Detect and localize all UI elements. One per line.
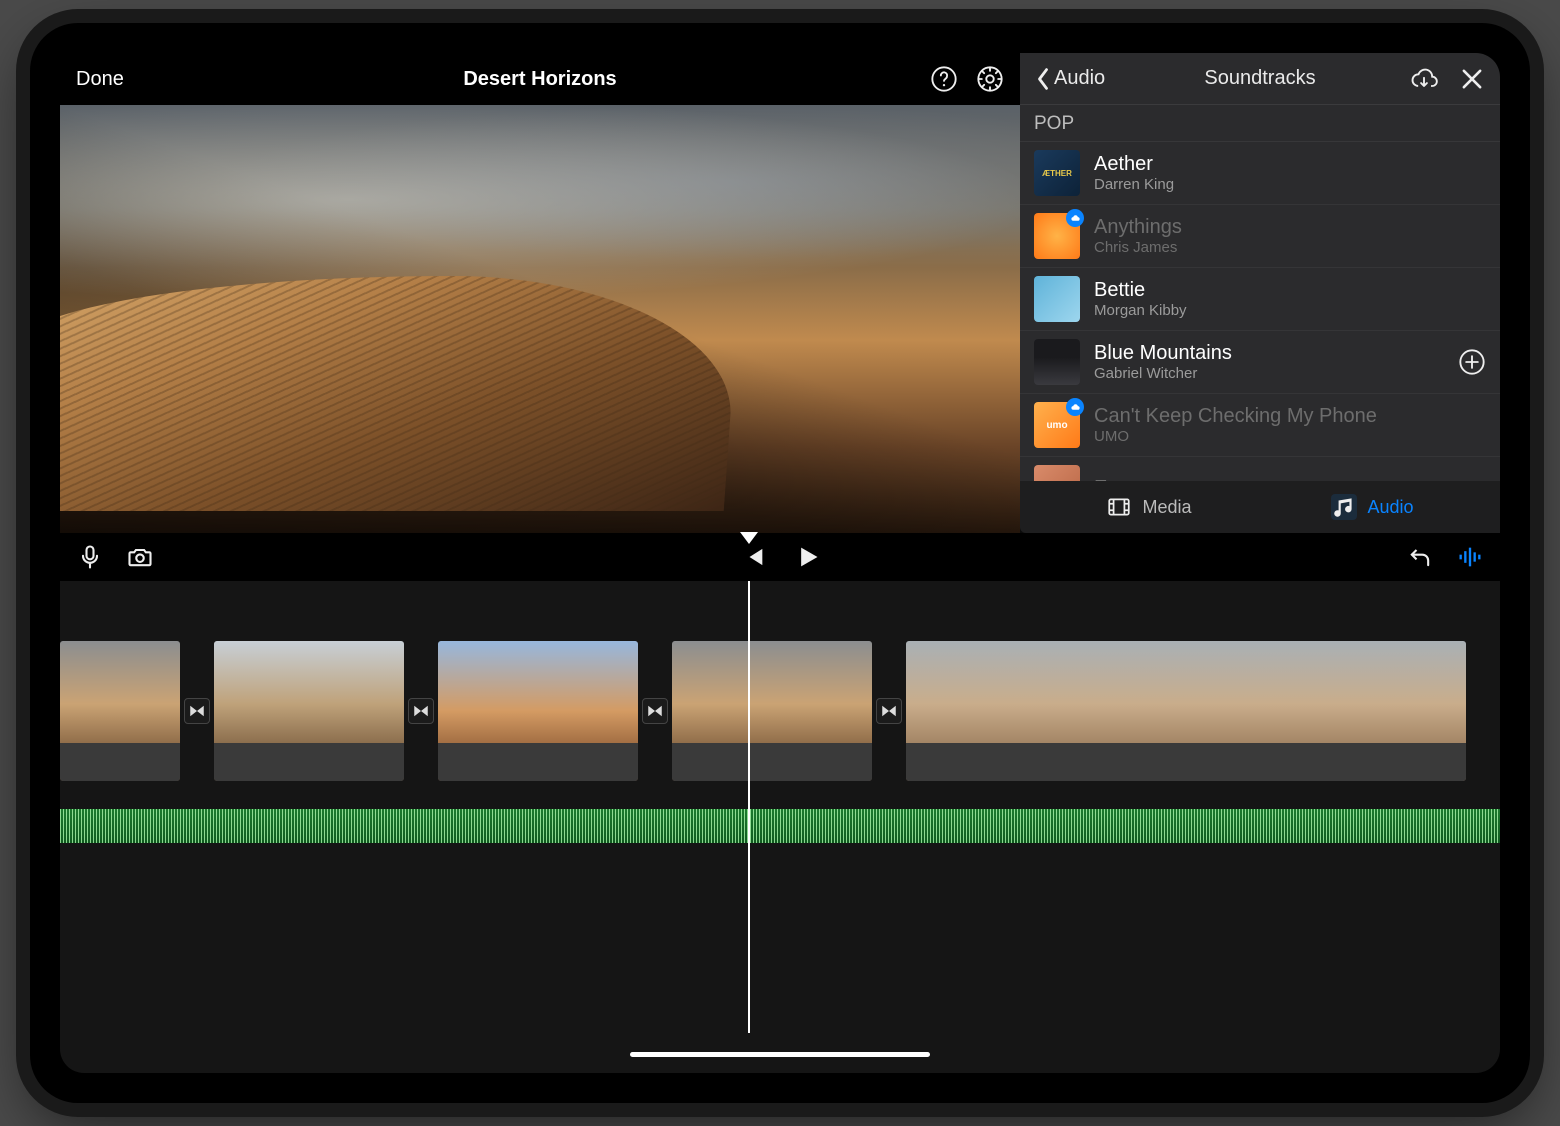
transition-icon[interactable] [184, 698, 210, 724]
tab-audio[interactable]: Audio [1321, 490, 1423, 524]
clip[interactable] [906, 641, 1466, 781]
tab-media-label: Media [1142, 497, 1191, 518]
track-list[interactable]: ÆTHER AetherDarren King AnythingsChris Jam… [1020, 142, 1500, 481]
clip[interactable] [214, 641, 404, 781]
track-title: Bettie [1094, 279, 1187, 302]
track-row[interactable]: Evergreen [1020, 457, 1500, 481]
clip[interactable] [672, 641, 872, 781]
home-indicator[interactable] [630, 1052, 930, 1057]
soundtracks-panel: Audio Soundtracks POP ÆTHER AetherDarren … [1020, 53, 1500, 533]
done-button[interactable]: Done [76, 68, 124, 91]
album-art [1034, 276, 1080, 322]
back-audio-button[interactable]: Audio [1034, 65, 1105, 93]
transition-icon[interactable] [408, 698, 434, 724]
play-icon[interactable] [793, 543, 821, 571]
skip-back-icon[interactable] [739, 543, 767, 571]
track-artist: Morgan Kibby [1094, 302, 1187, 319]
help-icon[interactable] [930, 65, 958, 93]
clip[interactable] [60, 641, 180, 781]
music-note-icon [1331, 494, 1357, 520]
undo-icon[interactable] [1406, 543, 1434, 571]
film-icon [1106, 494, 1132, 520]
editor-titlebar: Done Desert Horizons [60, 53, 1020, 105]
track-artist: Chris James [1094, 239, 1182, 256]
timeline-toolbar [60, 533, 1500, 581]
track-artist: Darren King [1094, 176, 1174, 193]
add-track-button[interactable] [1458, 348, 1486, 376]
waveform-icon[interactable] [1456, 543, 1484, 571]
camera-icon[interactable] [126, 543, 154, 571]
cloud-badge-icon [1066, 398, 1084, 416]
track-artist: Gabriel Witcher [1094, 365, 1232, 382]
track-title: Aether [1094, 153, 1174, 176]
album-art [1034, 213, 1080, 259]
track-title: Blue Mountains [1094, 342, 1232, 365]
album-art [1034, 465, 1080, 481]
clip[interactable] [438, 641, 638, 781]
back-label: Audio [1054, 67, 1105, 90]
track-row[interactable]: BettieMorgan Kibby [1020, 268, 1500, 331]
track-row[interactable]: AnythingsChris James [1020, 205, 1500, 268]
transition-icon[interactable] [876, 698, 902, 724]
microphone-icon[interactable] [76, 543, 104, 571]
video-preview[interactable] [60, 105, 1020, 533]
track-title: Anythings [1094, 216, 1182, 239]
section-header-pop: POP [1020, 105, 1500, 142]
track-artist: UMO [1094, 428, 1377, 445]
album-art: ÆTHER [1034, 150, 1080, 196]
panel-title: Soundtracks [1204, 67, 1315, 90]
track-row[interactable]: umo Can't Keep Checking My PhoneUMO [1020, 394, 1500, 457]
download-cloud-icon[interactable] [1410, 65, 1438, 93]
cloud-badge-icon [1066, 209, 1084, 227]
tab-media[interactable]: Media [1096, 490, 1201, 524]
timeline[interactable] [60, 581, 1500, 1073]
album-art [1034, 339, 1080, 385]
playhead[interactable] [748, 581, 750, 1033]
close-icon[interactable] [1458, 65, 1486, 93]
clips-row[interactable] [60, 641, 1500, 781]
audio-track[interactable] [60, 809, 1500, 843]
transition-icon[interactable] [642, 698, 668, 724]
project-title: Desert Horizons [463, 68, 616, 91]
track-row[interactable]: Blue MountainsGabriel Witcher [1020, 331, 1500, 394]
album-art: umo [1034, 402, 1080, 448]
track-title: Can't Keep Checking My Phone [1094, 405, 1377, 428]
tab-audio-label: Audio [1367, 497, 1413, 518]
track-row[interactable]: ÆTHER AetherDarren King [1020, 142, 1500, 205]
settings-gear-icon[interactable] [976, 65, 1004, 93]
panel-footer-tabs: Media Audio [1020, 481, 1500, 533]
